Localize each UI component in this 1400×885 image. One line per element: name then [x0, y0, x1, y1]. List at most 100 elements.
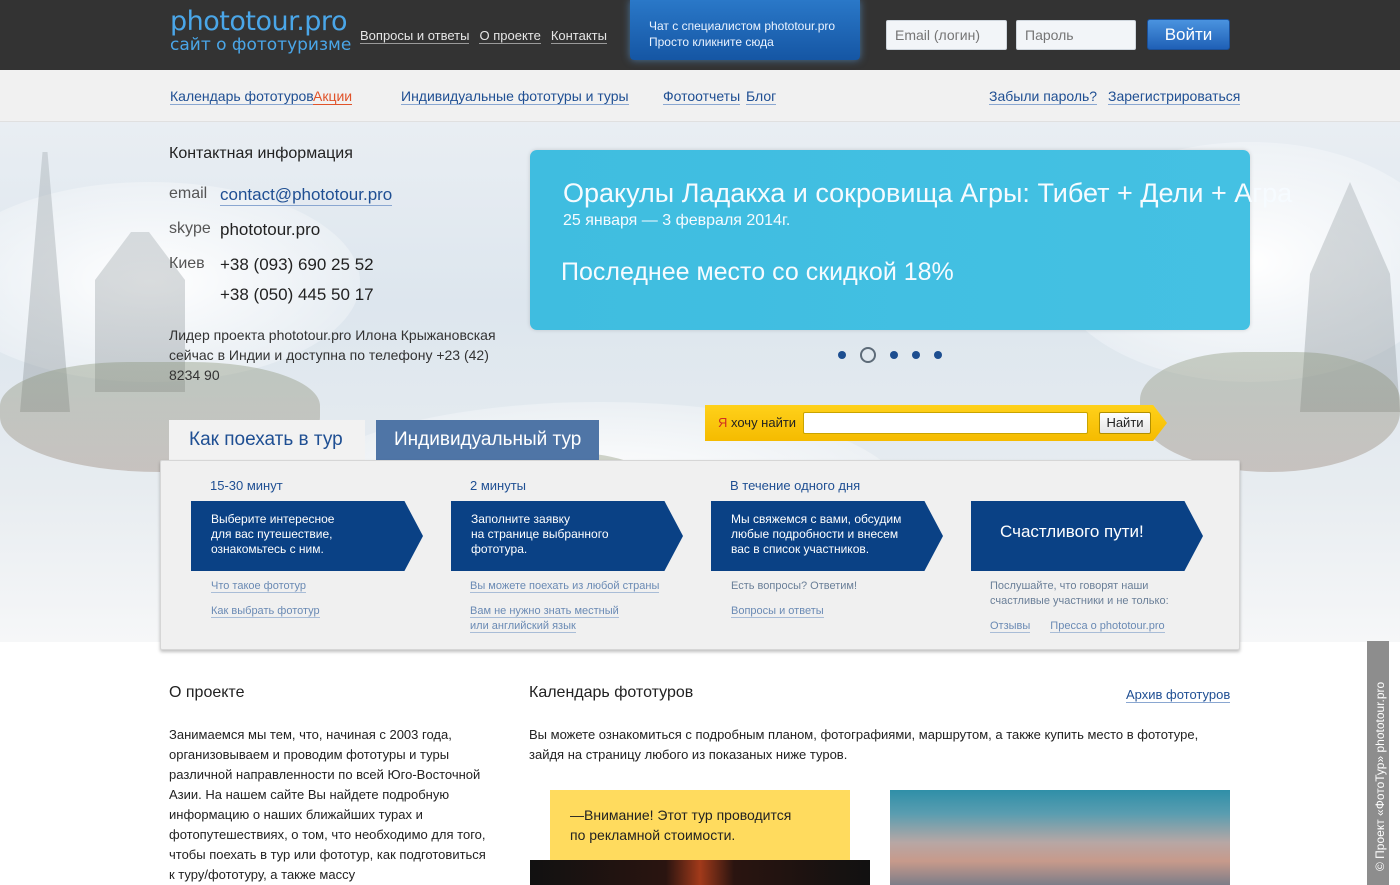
faq-link[interactable]: Вопросы и ответы — [731, 605, 824, 618]
step-arrow: Заполните заявку на странице выбранного … — [451, 501, 683, 571]
search-input[interactable] — [803, 412, 1088, 434]
tour-image[interactable] — [890, 790, 1230, 885]
step-links: Вы можете поехать из любой страны Вам не… — [470, 579, 660, 634]
step-4: Счастливого пути! Послушайте, что говоря… — [971, 461, 1211, 651]
about-title: О проекте — [169, 684, 245, 701]
step-arrow: Выберите интересное для вас путешествие,… — [191, 501, 423, 571]
calendar-title: Календарь фототуров — [529, 684, 694, 701]
leader-line-2: сейчас в Индии и доступна по телефону +2… — [169, 347, 489, 383]
step-text-line: фототура. — [471, 542, 528, 556]
step-arrow: Счастливого пути! — [971, 501, 1203, 571]
search-bar: Я хочу найти Найти — [705, 405, 1167, 441]
notice-line-2: по рекламной стоимости. — [570, 827, 736, 843]
tab-individual-tour[interactable]: Индивидуальный тур — [376, 420, 599, 460]
phone-2: +38 (050) 445 50 17 — [220, 285, 374, 304]
step-time: В течение одного дня — [730, 478, 861, 493]
reviews-note-line-2: счастливые участники и не только: — [990, 595, 1169, 607]
reviews-note-line-1: Послушайте, что говорят наши — [990, 580, 1149, 592]
step-text-line: вас в список участников. — [731, 542, 870, 556]
step-3: В течение одного дня Мы свяжемся с вами,… — [711, 461, 951, 651]
city-label: Киев — [169, 255, 205, 272]
banner-title: Оракулы Ладакха и сокровища Агры: Тибет … — [563, 178, 1293, 208]
notice-line-1: —Внимание! Этот тур проводится — [570, 807, 792, 823]
contact-title: Контактная информация — [169, 145, 353, 162]
logo-subtitle: сайт о фототуризме — [170, 35, 352, 55]
leader-line-1: Лидер проекта phototour.pro Илона Крыжан… — [169, 327, 496, 343]
tour-banner[interactable]: Оракулы Ладакха и сокровища Агры: Тибет … — [530, 150, 1292, 330]
tour-image[interactable] — [530, 860, 870, 885]
step-text-line: Мы свяжемся с вами, обсудим — [731, 512, 902, 526]
promo-notice: —Внимание! Этот тур проводится по реклам… — [550, 790, 850, 860]
tab-how-to-go[interactable]: Как поехать в тур — [169, 420, 365, 462]
step-text-line: для вас путешествие, — [211, 527, 333, 541]
logo[interactable]: phototour.pro сайт о фототуризме — [170, 6, 351, 55]
step-links: Послушайте, что говорят наши счастливые … — [990, 579, 1169, 634]
step-time: 2 минуты — [470, 478, 527, 493]
chat-line-2: Просто кликните сюда — [649, 35, 774, 49]
search-button[interactable]: Найти — [1099, 412, 1151, 434]
search-label: Я хочу найти — [718, 415, 796, 430]
about-text: Занимаемся мы тем, что, начиная с 2003 г… — [169, 727, 486, 882]
any-country-link[interactable]: Вы можете поехать из любой страны — [470, 580, 660, 593]
search-label-text: хочу найти — [727, 415, 797, 430]
step-text-line: ознакомьтесь с ним. — [211, 542, 324, 556]
top-nav: Вопросы и ответы О проекте Контакты — [360, 28, 607, 44]
step-text-line: на странице выбранного — [471, 527, 609, 541]
step-links: Что такое фототур Как выбрать фототур — [211, 579, 320, 619]
password-field[interactable] — [1016, 20, 1136, 50]
search-label-ya: Я — [718, 415, 728, 430]
top-bar: phototour.pro сайт о фототуризме Вопросы… — [0, 0, 1400, 70]
step-time: 15-30 минут — [210, 478, 283, 493]
secondary-nav: Календарь фототуров Акции Индивидуальные… — [0, 70, 1400, 122]
email-label: email — [169, 185, 208, 202]
forgot-password-link[interactable]: Забыли пароль? — [989, 88, 1098, 105]
questions-note: Есть вопросы? Ответим! — [731, 580, 858, 592]
step-text-line: Заполните заявку — [471, 512, 570, 526]
step-arrow: Мы свяжемся с вами, обсудим любые подроб… — [711, 501, 943, 571]
step-text-line: любые подробности и внесем — [731, 527, 899, 541]
step-links: Есть вопросы? Ответим! Вопросы и ответы — [731, 579, 857, 619]
phone-1: +38 (093) 690 25 52 — [220, 255, 374, 274]
slide-dot[interactable] — [838, 351, 846, 359]
reports-link[interactable]: Фотоотчеты — [663, 88, 741, 105]
what-is-phototour-link[interactable]: Что такое фототур — [211, 580, 307, 593]
email-link[interactable]: contact@phototour.pro — [220, 185, 393, 206]
slide-dot[interactable] — [934, 351, 942, 359]
nav-about-link[interactable]: О проекте — [479, 28, 541, 44]
banner-offer: Последнее место со скидкой 18% — [561, 258, 954, 286]
slide-dot[interactable] — [912, 351, 920, 359]
email-field[interactable] — [886, 20, 1007, 50]
slide-dot[interactable] — [890, 351, 898, 359]
individual-tours-link[interactable]: Индивидуальные фототуры и туры — [401, 88, 629, 105]
calendar-text: Вы можете ознакомиться с подробным плано… — [529, 727, 1199, 762]
step-text-line: Выберите интересное — [211, 512, 335, 526]
skype-label: skype — [169, 220, 211, 237]
copyright-text: © Проект «ФотоТур» phototour.pro — [1373, 681, 1387, 871]
banner-dates: 25 января — 3 февраля 2014г. — [563, 212, 791, 229]
skype-value: phototour.pro — [220, 220, 321, 239]
nav-faq-link[interactable]: Вопросы и ответы — [360, 28, 470, 44]
contact-info: Контактная информация email contact@phot… — [169, 145, 519, 383]
nav-contacts-link[interactable]: Контакты — [550, 28, 607, 44]
language-link-line-2[interactable]: или английский язык — [470, 620, 576, 633]
chat-button[interactable]: Чат с специалистом phototour.pro Просто … — [630, 0, 860, 60]
archive-link[interactable]: Архив фототуров — [1126, 687, 1231, 703]
copyright-stamp: © Проект «ФотоТур» phototour.pro — [1367, 641, 1389, 885]
step-1: 15-30 минут Выберите интересное для вас … — [191, 461, 431, 651]
how-to-choose-link[interactable]: Как выбрать фототур — [211, 605, 320, 618]
register-link[interactable]: Зарегистрироваться — [1108, 88, 1241, 105]
slide-dot-active[interactable] — [860, 347, 876, 363]
login-button[interactable]: Войти — [1147, 19, 1230, 50]
step-2: 2 минуты Заполните заявку на странице вы… — [451, 461, 691, 651]
leader-note: Лидер проекта phototour.pro Илона Крыжан… — [169, 325, 509, 385]
language-link-line-1[interactable]: Вам не нужно знать местный — [470, 605, 619, 618]
chat-line-1: Чат с специалистом phototour.pro — [649, 19, 836, 33]
steps-panel: 15-30 минут Выберите интересное для вас … — [160, 460, 1240, 650]
slider-dots — [838, 347, 942, 363]
blog-link[interactable]: Блог — [746, 88, 777, 105]
logo-title[interactable]: phototour.pro — [170, 6, 351, 37]
press-link[interactable]: Пресса о phototour.pro — [1050, 620, 1165, 633]
reviews-link[interactable]: Отзывы — [990, 620, 1031, 633]
promo-link[interactable]: Акции — [313, 88, 353, 105]
calendar-link[interactable]: Календарь фототуров — [170, 88, 314, 105]
